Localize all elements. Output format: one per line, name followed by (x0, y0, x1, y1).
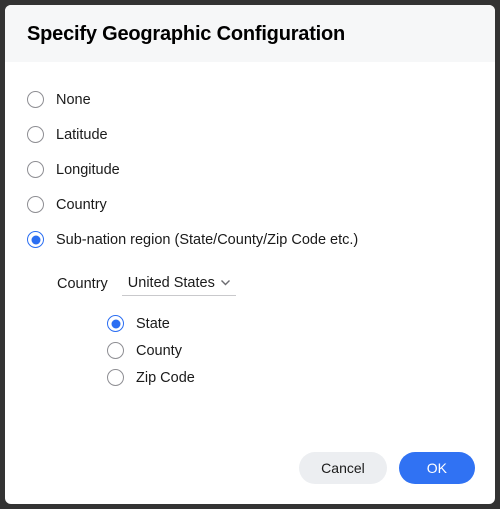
country-label: Country (57, 276, 108, 292)
radio-icon (27, 161, 44, 178)
option-none[interactable]: None (27, 82, 473, 117)
option-label: State (136, 316, 170, 332)
radio-icon (27, 126, 44, 143)
cancel-button[interactable]: Cancel (299, 452, 387, 484)
subnation-section: Country United States State County (27, 257, 473, 391)
option-subnation[interactable]: Sub-nation region (State/County/Zip Code… (27, 222, 473, 257)
option-latitude[interactable]: Latitude (27, 117, 473, 152)
option-label: None (56, 92, 91, 108)
sub-option-county[interactable]: County (107, 337, 473, 364)
option-label: Zip Code (136, 370, 195, 386)
option-label: Sub-nation region (State/County/Zip Code… (56, 232, 358, 248)
radio-icon (107, 342, 124, 359)
option-label: County (136, 343, 182, 359)
option-label: Country (56, 197, 107, 213)
subnation-radios: State County Zip Code (57, 306, 473, 391)
ok-button[interactable]: OK (399, 452, 475, 484)
geographic-config-dialog: Specify Geographic Configuration None La… (5, 5, 495, 504)
country-row: Country United States (57, 265, 473, 306)
option-country[interactable]: Country (27, 187, 473, 222)
option-longitude[interactable]: Longitude (27, 152, 473, 187)
radio-icon (107, 315, 124, 332)
option-label: Longitude (56, 162, 120, 178)
dialog-body: None Latitude Longitude Country Sub-nati… (5, 62, 495, 436)
radio-icon (107, 369, 124, 386)
chevron-down-icon (221, 280, 230, 286)
dialog-header: Specify Geographic Configuration (5, 5, 495, 62)
country-dropdown[interactable]: United States (122, 271, 236, 296)
radio-icon (27, 91, 44, 108)
radio-icon (27, 231, 44, 248)
sub-option-state[interactable]: State (107, 310, 473, 337)
dropdown-value: United States (128, 275, 215, 291)
radio-icon (27, 196, 44, 213)
option-label: Latitude (56, 127, 108, 143)
dialog-title: Specify Geographic Configuration (27, 23, 473, 46)
dialog-footer: Cancel OK (5, 436, 495, 504)
sub-option-zip[interactable]: Zip Code (107, 364, 473, 391)
